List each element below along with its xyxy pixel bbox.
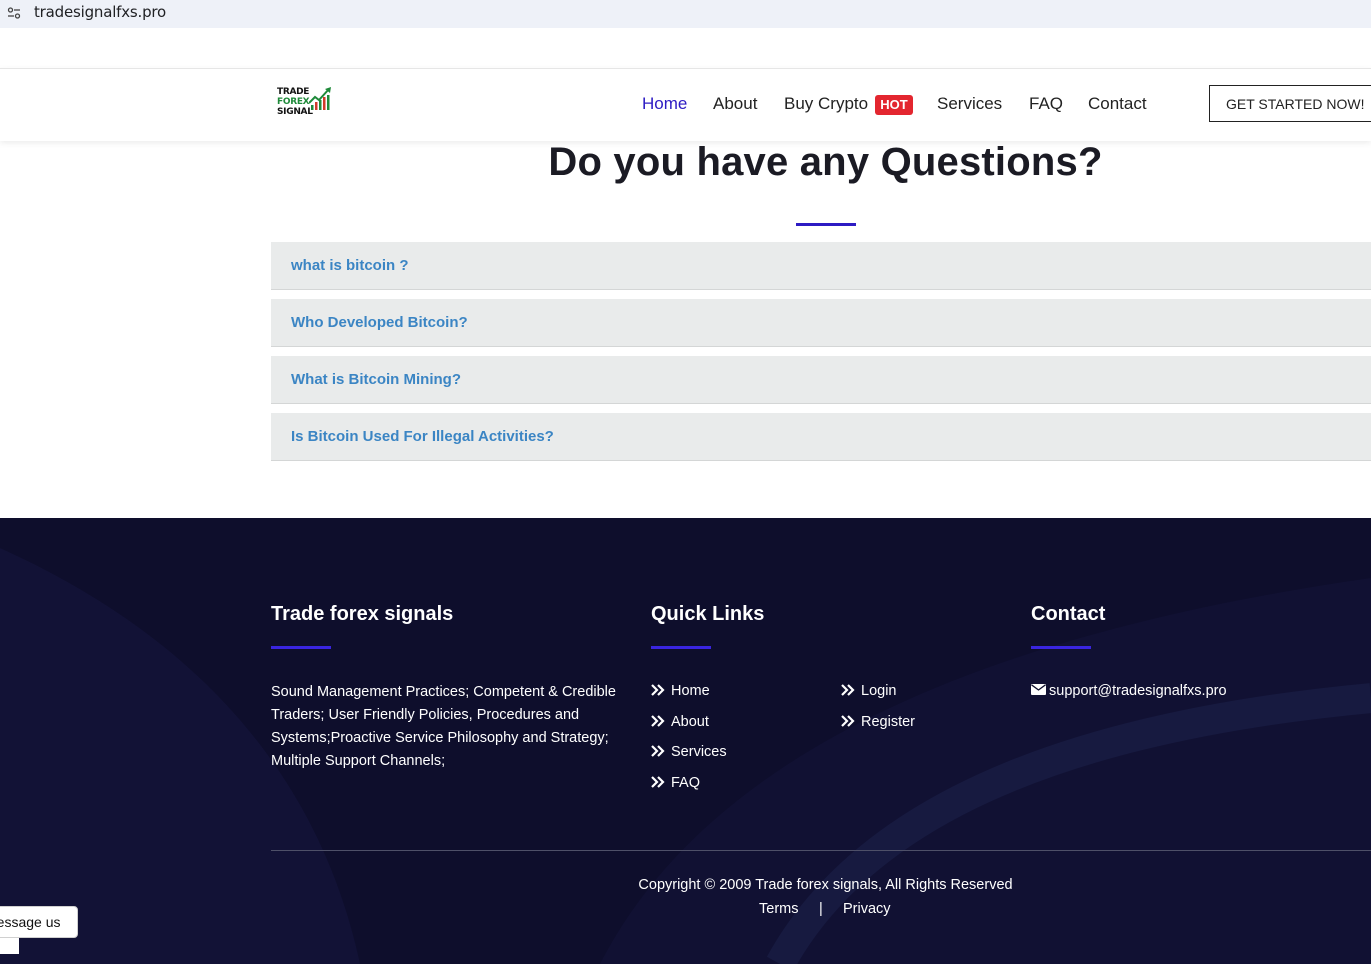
- footer-about-text: Sound Management Practices; Competent & …: [271, 684, 616, 769]
- footer-quick-links-heading: Quick Links: [651, 603, 765, 625]
- copyright-text: Copyright © 2009 Trade forex signals, Al…: [638, 877, 1013, 893]
- footer-about-heading: Trade forex signals: [271, 603, 454, 625]
- footer-link-label[interactable]: Register: [861, 714, 915, 730]
- envelope-icon: [1031, 684, 1046, 695]
- email-text[interactable]: support@tradesignalfxs.pro: [1049, 683, 1227, 699]
- site-footer: Trade forex signals Sound Management Pra…: [0, 518, 1371, 964]
- footer-link-label[interactable]: About: [671, 714, 709, 730]
- double-chevron-right-icon: [841, 684, 855, 696]
- nav-home[interactable]: Home: [642, 94, 687, 114]
- double-chevron-right-icon: [651, 715, 665, 727]
- double-chevron-right-icon: [651, 745, 665, 757]
- hot-badge: HOT: [875, 95, 913, 115]
- message-us-button[interactable]: Message us: [0, 906, 78, 938]
- nav-faq[interactable]: FAQ: [1029, 94, 1063, 114]
- footer-contact-heading: Contact: [1031, 603, 1106, 625]
- footer-link-label[interactable]: Login: [861, 683, 896, 699]
- footer-link-about[interactable]: About: [651, 714, 709, 730]
- double-chevron-right-icon: [651, 776, 665, 788]
- faq-title: Do you have any Questions?: [548, 140, 1103, 184]
- faq-question[interactable]: Who Developed Bitcoin?: [291, 314, 468, 331]
- faq-question[interactable]: what is bitcoin ?: [291, 257, 409, 274]
- nav-contact[interactable]: Contact: [1088, 94, 1147, 114]
- footer-link-label[interactable]: FAQ: [671, 775, 700, 791]
- heading-underline: [651, 646, 711, 649]
- footer-link-login[interactable]: Login: [841, 683, 896, 699]
- nav-about[interactable]: About: [713, 94, 757, 114]
- site-logo[interactable]: TRADE FOREX SIGNAL: [277, 87, 337, 121]
- footer-link-home[interactable]: Home: [651, 683, 710, 699]
- footer-background-pattern: [0, 548, 1371, 964]
- title-underline: [796, 223, 856, 226]
- url-text[interactable]: tradesignalfxs.pro: [34, 3, 166, 21]
- heading-underline: [271, 646, 331, 649]
- heading-underline: [1031, 646, 1091, 649]
- get-started-button[interactable]: GET STARTED NOW!: [1209, 85, 1371, 122]
- chat-widget-tab[interactable]: [0, 938, 19, 954]
- faq-question[interactable]: What is Bitcoin Mining?: [291, 371, 461, 388]
- faq-question[interactable]: Is Bitcoin Used For Illegal Activities?: [291, 428, 554, 445]
- faq-item[interactable]: Who Developed Bitcoin?: [271, 299, 1371, 347]
- nav-services[interactable]: Services: [937, 94, 1002, 114]
- faq-item[interactable]: What is Bitcoin Mining?: [271, 356, 1371, 404]
- nav-buy-crypto[interactable]: Buy Crypto: [784, 94, 868, 114]
- double-chevron-right-icon: [841, 715, 855, 727]
- footer-divider: [271, 850, 1371, 851]
- footer-link-label[interactable]: Home: [671, 683, 710, 699]
- faq-item[interactable]: Is Bitcoin Used For Illegal Activities?: [271, 413, 1371, 461]
- site-settings-icon[interactable]: [7, 6, 21, 20]
- footer-link-faq[interactable]: FAQ: [651, 775, 700, 791]
- footer-link-services[interactable]: Services: [651, 744, 727, 760]
- browser-address-bar[interactable]: tradesignalfxs.pro: [0, 0, 1371, 28]
- terms-link[interactable]: Terms: [759, 901, 798, 917]
- chart-bars-icon: [309, 87, 331, 110]
- footer-link-register[interactable]: Register: [841, 714, 915, 730]
- footer-contact-email[interactable]: support@tradesignalfxs.pro: [1031, 683, 1227, 699]
- footer-link-label[interactable]: Services: [671, 744, 727, 760]
- legal-separator: |: [819, 901, 823, 917]
- double-chevron-right-icon: [651, 684, 665, 696]
- privacy-link[interactable]: Privacy: [843, 901, 891, 917]
- faq-item[interactable]: what is bitcoin ?: [271, 242, 1371, 290]
